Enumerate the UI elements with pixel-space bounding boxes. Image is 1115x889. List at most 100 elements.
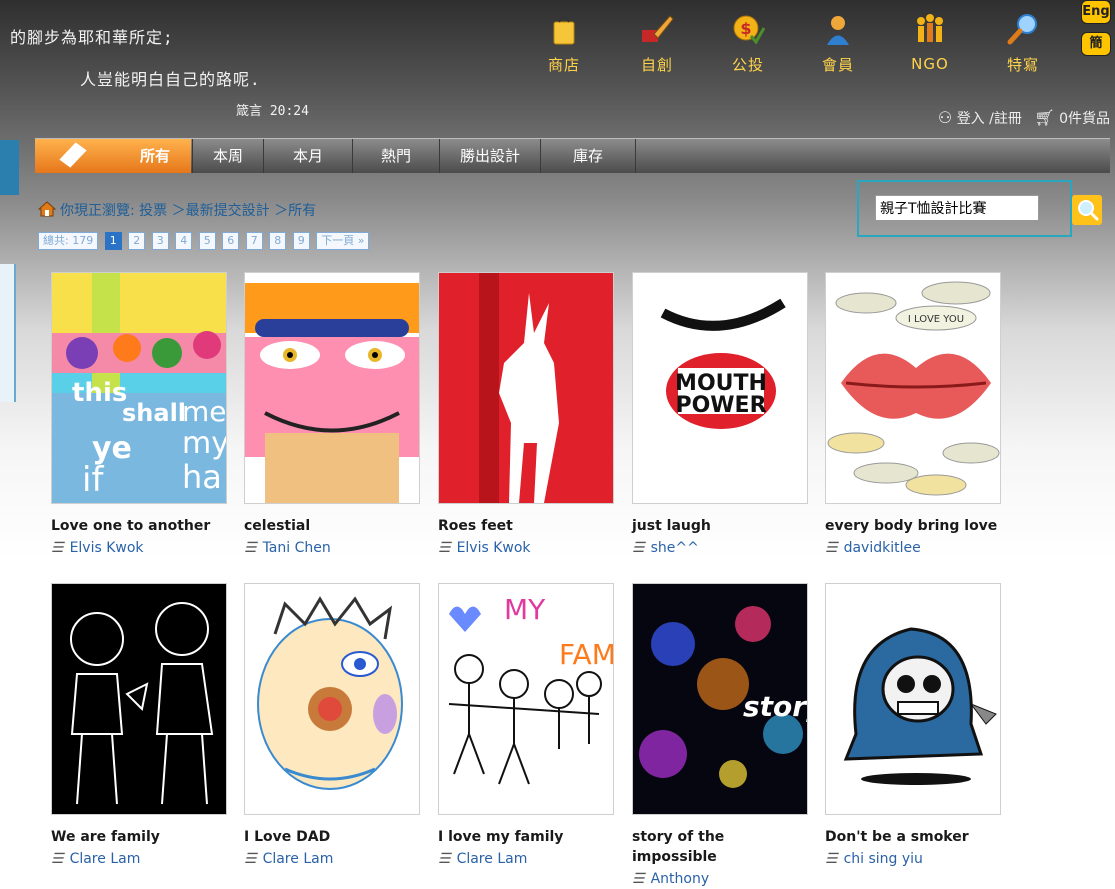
home-icon[interactable] [38,201,56,217]
page-3[interactable]: 3 [151,232,169,250]
design-thumbnail[interactable]: story [632,583,808,815]
design-card[interactable]: Roes feet ☰ Elvis Kwok [438,272,614,556]
design-author-name[interactable]: Clare Lam [457,851,528,867]
design-author[interactable]: ☰ Clare Lam [244,851,420,867]
page-7[interactable]: 7 [245,232,263,250]
design-author[interactable]: ☰ Tani Chen [244,540,420,556]
design-title[interactable]: Love one to another [51,516,227,536]
design-title[interactable]: Don't be a smoker [825,827,1001,847]
designer-icon: ☰ [632,871,645,887]
design-thumbnail[interactable] [51,583,227,815]
design-thumbnail[interactable] [438,272,614,504]
design-author[interactable]: ☰ davidkitlee [825,540,1001,556]
design-title[interactable]: We are family [51,827,227,847]
filter-tabbar: 所有 本周 本月 熱門 勝出設計 庫存 [35,138,1110,173]
magnifier-icon [1007,14,1037,45]
login-link[interactable]: 登入 [957,111,985,127]
svg-text:this: this [72,378,127,408]
design-author-name[interactable]: Anthony [651,871,710,887]
love-you-text: I LOVE YOU [908,314,964,325]
paint-brush-icon [642,15,674,42]
tab-winning-designs[interactable]: 勝出設計 [439,139,540,173]
design-thumbnail[interactable]: I LOVE YOU [825,272,1001,504]
design-author-name[interactable]: Clare Lam [70,851,141,867]
register-link[interactable]: 註冊 [994,111,1022,127]
design-thumbnail[interactable] [244,272,420,504]
page-2[interactable]: 2 [128,232,146,250]
tab-all[interactable]: 所有 [119,139,191,173]
nav-member[interactable]: 會員 [808,12,868,75]
page-6[interactable]: 6 [222,232,240,250]
next-page-button[interactable]: 下一頁 » [316,232,370,250]
design-title[interactable]: celestial [244,516,420,536]
design-author-name[interactable]: Tani Chen [263,540,331,556]
design-author-name[interactable]: Clare Lam [263,851,334,867]
design-card[interactable]: story story of the impossible ☰ Anthony [632,583,808,887]
breadcrumb-text[interactable]: 你現正瀏覽: 投票 ＞最新提交設計 ＞所有 [60,203,316,219]
nav-feature[interactable]: 特寫 [993,12,1053,75]
design-card[interactable]: MY FAM I love my family ☰ Clare Lam [438,583,614,867]
design-author-name[interactable]: davidkitlee [844,540,921,556]
tab-this-week[interactable]: 本周 [192,139,263,173]
design-author-name[interactable]: chi sing yiu [844,851,923,867]
lang-simplified-badge[interactable]: 簡 [1081,32,1111,56]
design-card[interactable]: Don't be a smoker ☰ chi sing yiu [825,583,1001,867]
design-title[interactable]: I Love DAD [244,827,420,847]
design-thumbnail[interactable]: MY FAM [438,583,614,815]
user-icon: ⚇ [937,108,953,127]
svg-text:ha: ha [182,458,222,496]
design-thumbnail[interactable] [825,583,1001,815]
design-thumbnail[interactable]: this shall me ye my if ha [51,272,227,504]
design-author[interactable]: ☰ she^^ [632,540,808,556]
side-panel-strip[interactable] [0,264,16,402]
design-author[interactable]: ☰ Elvis Kwok [51,540,227,556]
nav-ngo-label: NGO [911,55,949,73]
design-author[interactable]: ☰ Clare Lam [438,851,614,867]
designer-icon: ☰ [51,540,64,556]
search-icon[interactable] [1072,195,1102,225]
lang-english-badge[interactable]: Eng [1081,0,1111,24]
design-card[interactable]: celestial ☰ Tani Chen [244,272,420,556]
design-card[interactable]: I LOVE YOU every body bring love ☰ davidk… [825,272,1001,556]
design-title[interactable]: just laugh [632,516,808,536]
tab-this-month[interactable]: 本月 [263,139,352,173]
svg-text:shall: shall [122,399,186,427]
page-9[interactable]: 9 [292,232,310,250]
design-card[interactable]: I Love DAD ☰ Clare Lam [244,583,420,867]
nav-ngo[interactable]: NGO [900,12,960,73]
nav-feature-label: 特寫 [1006,56,1039,74]
design-title[interactable]: I love my family [438,827,614,847]
verse-line-2: 人豈能明白自己的路呢. [80,70,261,89]
nav-create[interactable]: 自創 [627,12,687,75]
svg-text:if: if [82,460,104,500]
design-author[interactable]: ☰ Elvis Kwok [438,540,614,556]
design-card[interactable]: MOUTH POWER just laugh ☰ she^^ [632,272,808,556]
account-separator: / [984,111,994,127]
design-author[interactable]: ☰ Anthony [632,871,808,887]
design-title[interactable]: Roes feet [438,516,614,536]
cart-count[interactable]: 0件貨品 [1059,111,1110,127]
cart-icon[interactable]: 🛒︎ [1034,108,1054,127]
design-thumbnail[interactable]: MOUTH POWER [632,272,808,504]
design-author-name[interactable]: Elvis Kwok [457,540,531,556]
nav-vote[interactable]: $ 公投 [718,12,778,75]
design-title[interactable]: story of the impossible [632,827,808,867]
design-author[interactable]: ☰ chi sing yiu [825,851,1001,867]
design-card[interactable]: this shall me ye my if ha Love one to an… [51,272,227,556]
tab-popular[interactable]: 熱門 [352,139,439,173]
design-author[interactable]: ☰ Clare Lam [51,851,227,867]
page-1[interactable]: 1 [104,232,122,250]
svg-text:my: my [182,426,226,461]
nav-shop[interactable]: 商店 [534,12,594,75]
design-title[interactable]: every body bring love [825,516,1001,536]
design-card[interactable]: We are family ☰ Clare Lam [51,583,227,867]
search-input[interactable] [875,195,1039,221]
design-thumbnail[interactable] [244,583,420,815]
side-tab-strip[interactable] [0,140,19,195]
page-8[interactable]: 8 [269,232,287,250]
design-author-name[interactable]: she^^ [651,540,699,556]
page-5[interactable]: 5 [198,232,216,250]
design-author-name[interactable]: Elvis Kwok [70,540,144,556]
page-4[interactable]: 4 [175,232,193,250]
tab-stock[interactable]: 庫存 [540,139,635,173]
